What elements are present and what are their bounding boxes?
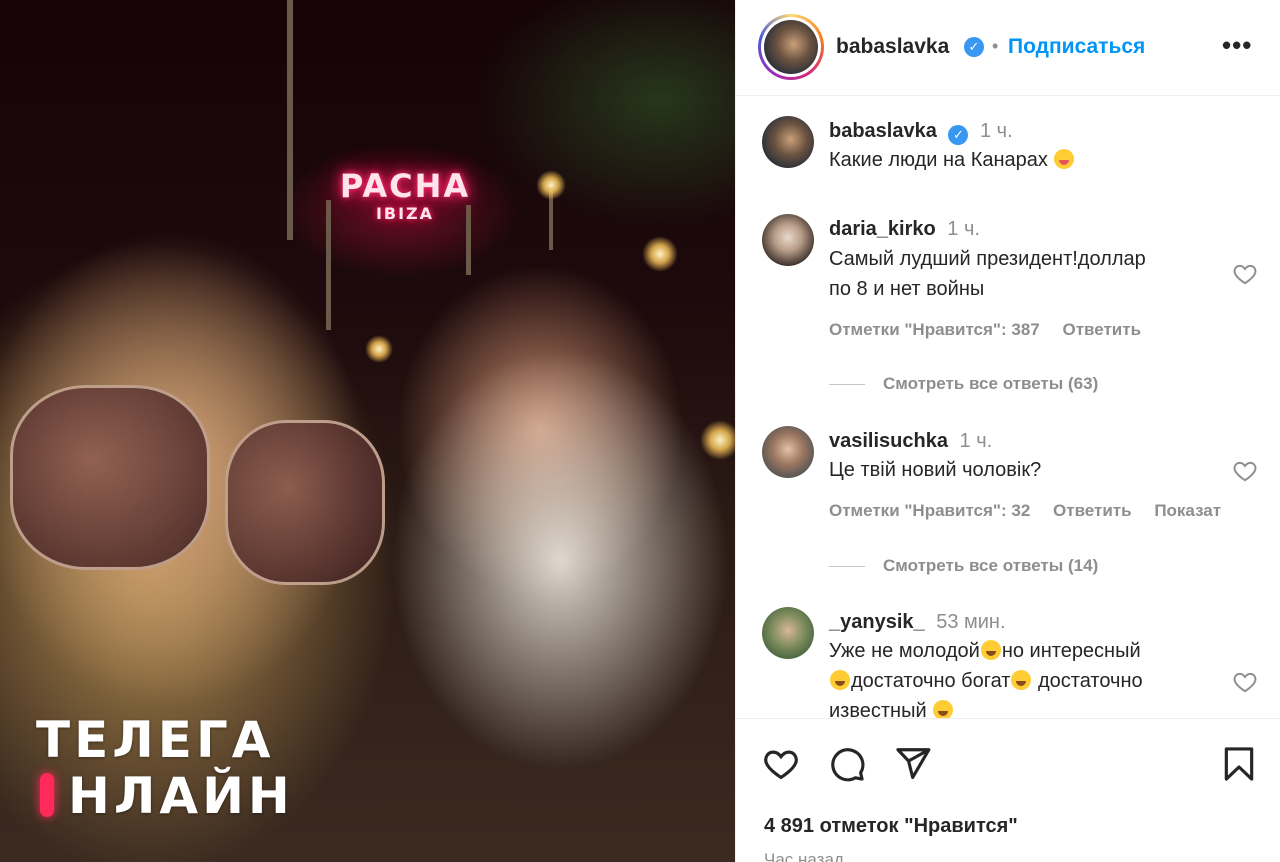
comment-username[interactable]: vasilisuchka	[829, 430, 948, 452]
caption-username[interactable]: babaslavka	[829, 120, 937, 142]
comment-username[interactable]: daria_kirko	[829, 218, 936, 240]
sunglasses-lens-right	[225, 420, 385, 585]
view-replies-button[interactable]: Смотреть все ответы (63)	[829, 374, 1098, 394]
street-light	[365, 335, 393, 363]
comment-text-line: достаточно богат достаточно	[829, 666, 1219, 696]
comment-text-line: Самый лудший президент!доллар	[829, 248, 1146, 270]
comment-text-line: известный	[829, 696, 1219, 719]
verified-badge-icon: ✓	[948, 125, 969, 145]
comment-likes-count[interactable]: Отметки "Нравится": 387	[829, 320, 1040, 339]
comment-likes-count[interactable]: Отметки "Нравится": 32	[829, 501, 1030, 520]
sunglasses-lens-left	[10, 385, 210, 570]
comments-list[interactable]: babaslavka ✓ 1 ч. Какие люди на Канарах …	[736, 97, 1280, 719]
comment-time: 1 ч.	[947, 218, 980, 240]
view-replies-label: Смотреть все ответы (63)	[883, 374, 1099, 393]
watermark-line-2: НЛАЙН	[36, 768, 294, 824]
view-replies-label: Смотреть все ответы (14)	[883, 556, 1099, 575]
author-username[interactable]: babaslavka	[836, 35, 949, 59]
street-pole	[287, 0, 293, 240]
neon-sign-subtitle: IBIZA	[375, 204, 435, 223]
bookmark-icon[interactable]	[1220, 745, 1258, 783]
verified-badge-icon: ✓	[964, 37, 984, 57]
replies-divider	[829, 384, 865, 386]
tears-of-joy-emoji-icon	[980, 640, 1001, 660]
comment-author: daria_kirko 1 ч.	[829, 218, 980, 241]
tears-of-joy-emoji-icon	[933, 700, 954, 719]
more-icon[interactable]: •••	[1222, 30, 1252, 61]
post-header: babaslavka ✓ • Подписаться •••	[736, 0, 1280, 96]
separator-dot: •	[992, 36, 999, 56]
comment-text-line: Уже не молодой но интересный	[829, 640, 1141, 662]
comment-reply-button[interactable]: Ответить	[1062, 320, 1141, 339]
comment-avatar[interactable]	[762, 607, 814, 659]
post-actions-footer: 4 891 отметок "Нравится" Час назад	[736, 718, 1280, 862]
watermark-o-glyph	[40, 773, 54, 817]
street-light	[700, 420, 735, 460]
caption-text: Какие люди на Канарах	[829, 145, 1219, 175]
heart-icon[interactable]	[762, 745, 800, 783]
tears-of-joy-emoji-icon	[1011, 670, 1032, 690]
comment-show-translation-button[interactable]: Показат	[1154, 501, 1221, 520]
view-replies-button[interactable]: Смотреть все ответы (14)	[829, 556, 1098, 576]
comment-text: Уже не молодой но интересный достаточно б…	[829, 636, 1219, 719]
street-light	[536, 170, 566, 200]
neon-sign: PACHA IBIZA	[330, 168, 480, 223]
tears-of-joy-emoji-icon	[830, 670, 850, 690]
caption-avatar[interactable]	[762, 116, 814, 168]
comment-avatar[interactable]	[762, 426, 814, 478]
watermark-line-1: ТЕЛЕГА	[36, 711, 275, 769]
send-icon[interactable]	[894, 745, 932, 783]
caption-author: babaslavka ✓ 1 ч.	[829, 120, 1013, 145]
replies-divider	[829, 566, 865, 568]
comment-time: 53 мин.	[936, 611, 1006, 633]
comment-reply-button[interactable]: Ответить	[1053, 501, 1132, 520]
post-side-panel: babaslavka ✓ • Подписаться ••• babaslavk…	[735, 0, 1280, 862]
winking-tongue-emoji-icon	[1054, 149, 1075, 169]
comment-like-heart-icon[interactable]	[1232, 261, 1258, 287]
comment-text: Самый лудший президент!доллар по 8 и нет…	[829, 244, 1219, 304]
post-photo[interactable]: PACHA IBIZA ТЕЛЕГА НЛАЙН	[0, 0, 735, 862]
comment-meta: Отметки "Нравится": 387 Ответить	[829, 320, 1159, 340]
comment-meta: Отметки "Нравится": 32 Ответить Показат	[829, 501, 1239, 521]
comment-time: 1 ч.	[959, 430, 993, 452]
caption-time: 1 ч.	[979, 120, 1013, 142]
comment-username[interactable]: _yanysik_	[829, 611, 925, 633]
author-avatar[interactable]	[758, 14, 824, 80]
neon-sign-title: PACHA	[339, 167, 471, 205]
comment-author: vasilisuchka 1 ч.	[829, 430, 992, 453]
comment-avatar[interactable]	[762, 214, 814, 266]
telega-online-watermark: ТЕЛЕГА НЛАЙН	[36, 712, 294, 824]
comment-like-heart-icon[interactable]	[1232, 458, 1258, 484]
caption-text-content: Какие люди на Канарах	[829, 149, 1048, 171]
post-likes-count[interactable]: 4 891 отметок "Нравится"	[764, 815, 1018, 838]
post-timestamp: Час назад	[764, 850, 844, 862]
comment-text: Це твій новий чоловік?	[829, 455, 1219, 485]
comment-icon[interactable]	[828, 745, 866, 783]
follow-button[interactable]: Подписаться	[1008, 35, 1145, 59]
comment-text-line: Це твій новий чоловік?	[829, 459, 1042, 481]
comment-text-line: по 8 и нет войны	[829, 278, 985, 300]
watermark-line-2-text: НЛАЙН	[68, 767, 294, 825]
comment-author: _yanysik_ 53 мин.	[829, 611, 1006, 634]
comment-like-heart-icon[interactable]	[1232, 669, 1258, 695]
street-light	[642, 236, 678, 272]
